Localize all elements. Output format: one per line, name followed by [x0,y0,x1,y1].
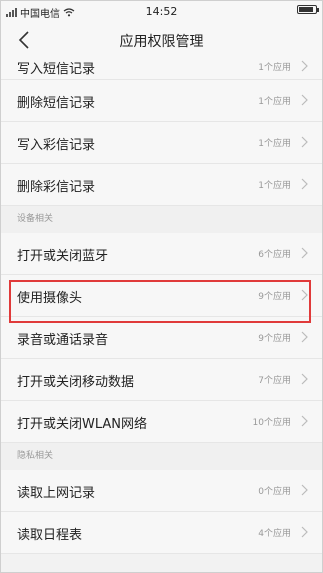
status-bar: 中国电信 14:52 [0,0,323,22]
list-item[interactable]: 删除短信记录 1个应用 [0,80,323,122]
clock: 14:52 [145,5,178,18]
app-count: 4个应用 [258,529,291,539]
list-item[interactable]: 删除彩信记录 1个应用 [0,164,323,206]
chevron-right-icon [301,60,308,72]
permission-label: 写入短信记录 [17,62,96,77]
permission-label: 打开或关闭WLAN网络 [17,417,148,432]
chevron-right-icon [301,94,308,106]
permission-label: 删除彩信记录 [17,180,96,195]
status-right [297,5,319,14]
app-count: 6个应用 [258,250,291,260]
permission-label: 使用摄像头 [17,291,83,306]
app-count: 9个应用 [258,334,291,344]
app-count: 9个应用 [258,292,291,302]
app-count: 1个应用 [258,181,291,191]
list-item[interactable]: 打开或关闭WLAN网络 10个应用 [0,401,323,443]
permission-list: 写入短信记录 1个应用 删除短信记录 1个应用 写入彩信记录 1个应用 删除彩信… [0,58,323,554]
app-count: 10个应用 [252,418,291,428]
list-item[interactable]: 打开或关闭移动数据 7个应用 [0,359,323,401]
permission-label: 打开或关闭移动数据 [17,375,135,390]
list-item[interactable]: 打开或关闭蓝牙 6个应用 [0,233,323,275]
list-item[interactable]: 写入短信记录 1个应用 [0,58,323,80]
chevron-right-icon [301,247,308,259]
app-count: 1个应用 [258,139,291,149]
permission-label: 删除短信记录 [17,96,96,111]
app-count: 1个应用 [258,97,291,107]
page-title: 应用权限管理 [119,34,204,50]
battery-icon [297,5,319,14]
section-header-device: 设备相关 [0,206,323,233]
chevron-right-icon [301,289,308,301]
chevron-right-icon [301,484,308,496]
app-count: 7个应用 [258,376,291,386]
permission-label: 打开或关闭蓝牙 [17,249,109,264]
app-count: 0个应用 [258,487,291,497]
title-bar: 应用权限管理 [0,22,323,58]
permission-label: 读取上网记录 [17,486,96,501]
list-item-camera[interactable]: 使用摄像头 9个应用 [0,275,323,317]
chevron-right-icon [301,136,308,148]
chevron-right-icon [301,178,308,190]
chevron-right-icon [301,331,308,343]
chevron-right-icon [301,526,308,538]
chevron-right-icon [301,373,308,385]
list-item[interactable]: 录音或通话录音 9个应用 [0,317,323,359]
list-item[interactable]: 读取日程表 4个应用 [0,512,323,554]
permission-label: 写入彩信记录 [17,138,96,153]
permission-label: 录音或通话录音 [17,333,109,348]
section-header-privacy: 隐私相关 [0,443,323,470]
app-count: 1个应用 [258,63,291,73]
permission-label: 读取日程表 [17,528,83,543]
list-item[interactable]: 写入彩信记录 1个应用 [0,122,323,164]
list-item[interactable]: 读取上网记录 0个应用 [0,470,323,512]
chevron-right-icon [301,415,308,427]
